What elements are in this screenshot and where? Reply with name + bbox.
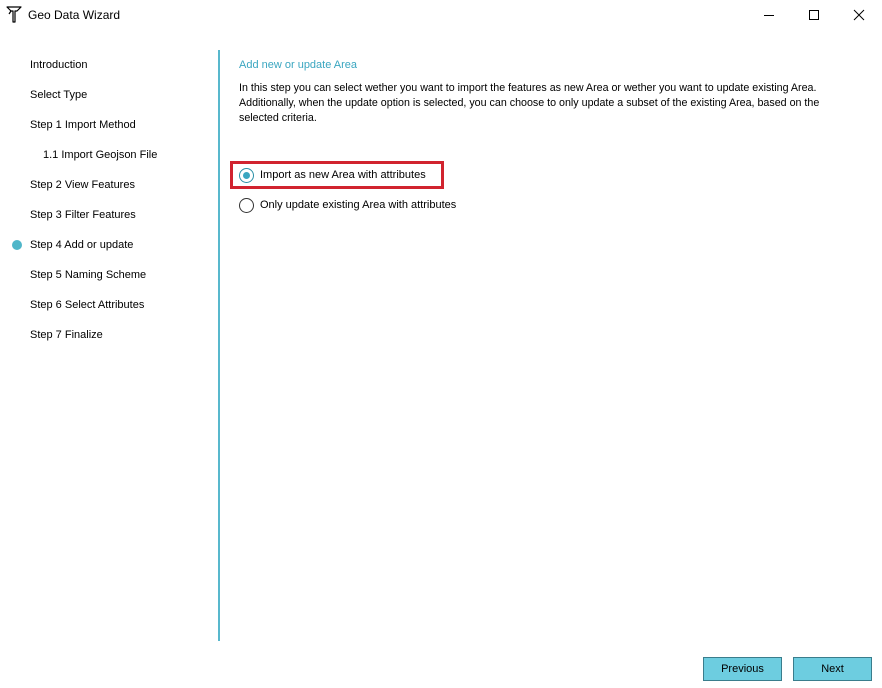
sidebar-item-introduction[interactable]: Introduction — [0, 55, 218, 75]
sidebar-item-step-6[interactable]: Step 6 Select Attributes — [0, 295, 218, 315]
maximize-icon — [809, 10, 819, 20]
sidebar-item-select-type[interactable]: Select Type — [0, 85, 218, 105]
radio-label: Import as new Area with attributes — [260, 169, 426, 181]
sidebar-item-step-5[interactable]: Step 5 Naming Scheme — [0, 265, 218, 285]
close-icon — [853, 9, 865, 21]
close-button[interactable] — [836, 0, 882, 30]
wizard-window: Geo Data Wizard Introduction Select Type… — [0, 0, 882, 688]
sidebar-item-label: Step 4 Add or update — [30, 239, 134, 251]
sidebar-item-label: Step 5 Naming Scheme — [30, 269, 147, 281]
previous-button[interactable]: Previous — [703, 657, 782, 681]
step-heading: Add new or update Area — [239, 59, 358, 71]
step-description: In this step you can select wether you w… — [239, 82, 820, 124]
minimize-icon — [764, 15, 774, 16]
sidebar-divider — [218, 50, 220, 641]
radio-import-as-new[interactable]: Import as new Area with attributes — [239, 165, 426, 185]
sidebar-item-step-1[interactable]: Step 1 Import Method — [0, 115, 218, 135]
minimize-button[interactable] — [746, 0, 792, 30]
window-title: Geo Data Wizard — [28, 8, 121, 22]
sidebar-item-step-1-1[interactable]: 1.1 Import Geojson File — [0, 145, 218, 165]
sidebar-item-step-2[interactable]: Step 2 View Features — [0, 175, 218, 195]
sidebar-item-step-7[interactable]: Step 7 Finalize — [0, 325, 218, 345]
sidebar-item-label: Step 2 View Features — [30, 179, 135, 191]
radio-label: Only update existing Area with attribute… — [260, 199, 457, 211]
sidebar-item-label: Select Type — [30, 89, 88, 101]
sidebar-item-label: Introduction — [30, 59, 88, 71]
sidebar-item-label: Step 6 Select Attributes — [30, 299, 145, 311]
active-step-dot-icon — [12, 240, 22, 250]
radio-button-unchecked[interactable] — [239, 197, 254, 213]
radio-button-checked[interactable] — [239, 167, 254, 183]
sidebar-item-step-4[interactable]: Step 4 Add or update — [0, 235, 218, 255]
radio-only-update-existing[interactable]: Only update existing Area with attribute… — [239, 195, 456, 215]
sidebar-item-label: 1.1 Import Geojson File — [43, 149, 158, 161]
sidebar-item-label: Step 7 Finalize — [30, 329, 103, 341]
next-button[interactable]: Next — [793, 657, 872, 681]
title-bar: Geo Data Wizard — [0, 0, 882, 30]
step-content: Add new or update Area In this step you … — [239, 58, 859, 126]
wizard-app-icon — [6, 6, 22, 23]
sidebar-item-label: Step 1 Import Method — [30, 119, 136, 131]
sidebar-item-step-3[interactable]: Step 3 Filter Features — [0, 205, 218, 225]
sidebar-item-label: Step 3 Filter Features — [30, 209, 136, 221]
maximize-button[interactable] — [791, 0, 837, 30]
